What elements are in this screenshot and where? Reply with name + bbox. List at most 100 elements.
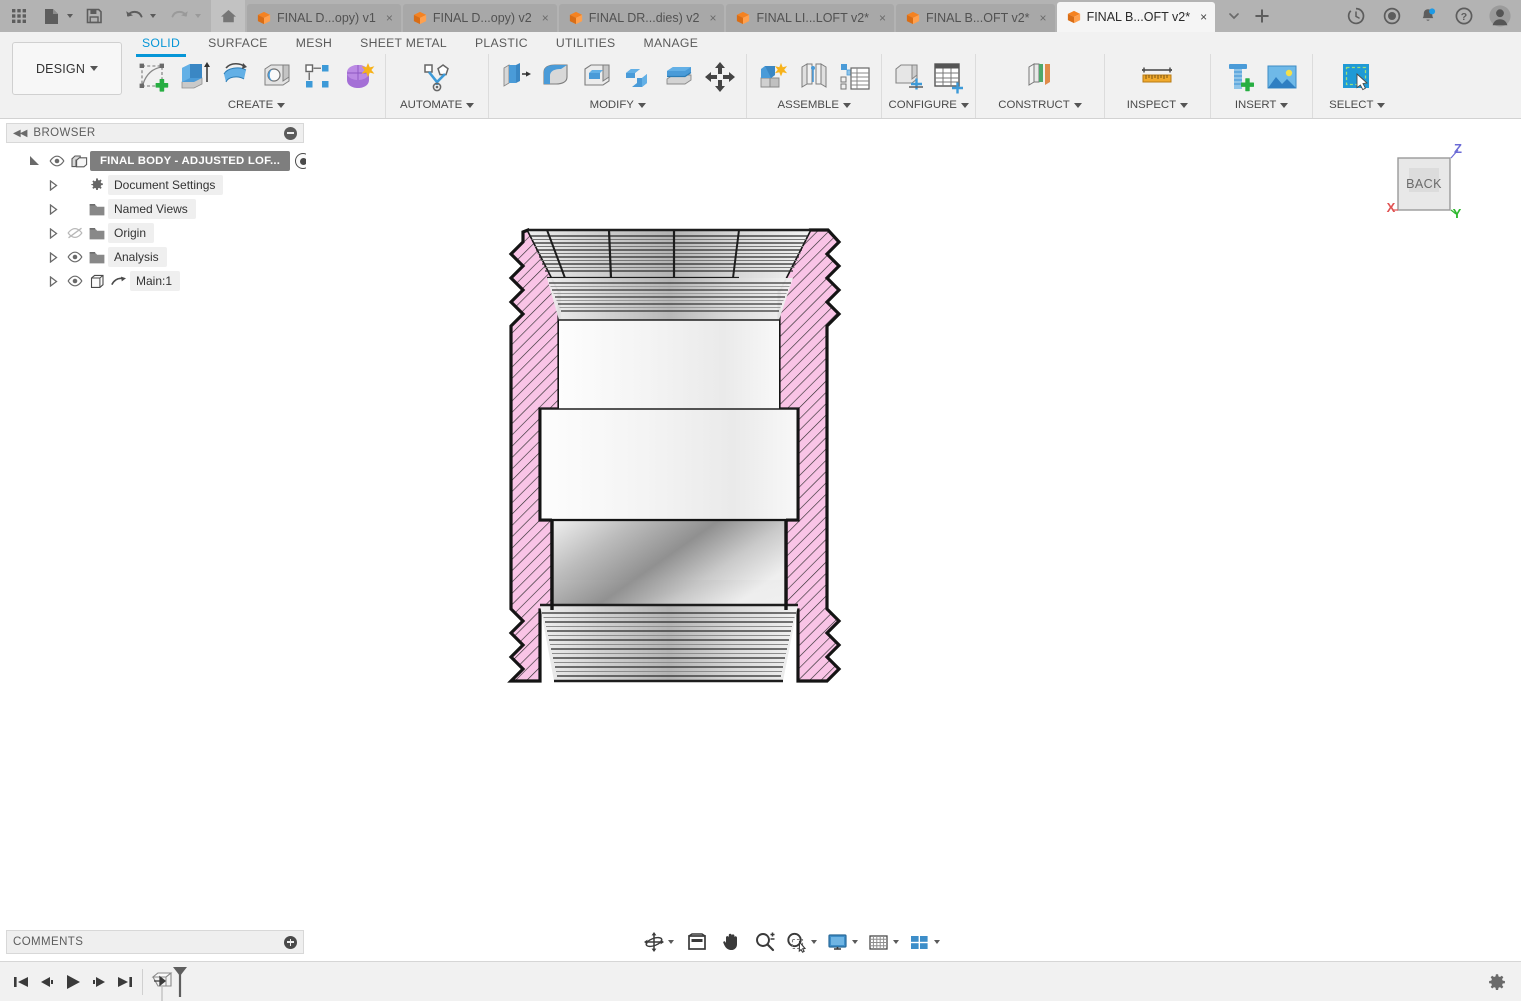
panel-label-insert[interactable]: INSERT — [1235, 99, 1289, 111]
expand-arrow-icon[interactable] — [42, 276, 64, 287]
ribbon-tab[interactable]: SOLID — [128, 33, 194, 54]
go-to-beginning-icon[interactable] — [8, 967, 34, 997]
extrude-icon[interactable] — [175, 56, 215, 98]
pan-button[interactable] — [715, 929, 747, 955]
plus-circle-icon[interactable] — [284, 936, 297, 949]
panel-label-create[interactable]: CREATE — [228, 99, 285, 111]
select-window-icon[interactable] — [1337, 56, 1377, 98]
look-at-button[interactable] — [681, 929, 713, 955]
file-menu-button[interactable] — [34, 0, 75, 32]
browser-tree-item[interactable]: Named Views — [6, 197, 304, 221]
close-icon[interactable]: × — [1040, 12, 1047, 24]
double-chevron-left-icon[interactable]: ◀◀ — [13, 128, 26, 139]
visibility-eye-icon[interactable] — [64, 227, 86, 239]
close-icon[interactable]: × — [709, 12, 716, 24]
comments-panel[interactable]: COMMENTS — [6, 930, 304, 954]
close-icon[interactable]: × — [386, 12, 393, 24]
form-icon[interactable] — [339, 56, 379, 98]
ribbon-tab[interactable]: PLASTIC — [461, 33, 542, 54]
home-icon[interactable] — [211, 0, 245, 32]
fillet-icon[interactable] — [536, 56, 576, 98]
new-component-icon[interactable] — [753, 56, 793, 98]
panel-label-inspect[interactable]: INSPECT — [1127, 99, 1188, 111]
browser-tree-item[interactable]: Origin — [6, 221, 304, 245]
ribbon-tab[interactable]: MANAGE — [630, 33, 713, 54]
press-pull-icon[interactable] — [495, 56, 535, 98]
ribbon-tab[interactable]: SURFACE — [194, 33, 282, 54]
ribbon-tab[interactable]: SHEET METAL — [346, 33, 461, 54]
configuration-table-icon[interactable] — [929, 56, 969, 98]
offset-face-icon[interactable] — [659, 56, 699, 98]
avatar[interactable] — [1487, 3, 1513, 29]
workspace-switcher-button[interactable]: DESIGN — [12, 42, 122, 95]
insert-mcmaster-icon[interactable] — [1221, 56, 1261, 98]
expand-arrow-icon[interactable] — [42, 204, 64, 215]
browser-root-node[interactable]: FINAL BODY - ADJUSTED LOF... — [6, 149, 304, 173]
step-back-icon[interactable] — [34, 967, 60, 997]
visibility-eye-icon[interactable] — [64, 251, 86, 263]
hole-icon[interactable] — [257, 56, 297, 98]
timeline-settings-button[interactable] — [1487, 972, 1507, 992]
close-icon[interactable]: × — [879, 12, 886, 24]
app-grid-icon[interactable] — [4, 1, 34, 31]
panel-label-modify[interactable]: MODIFY — [590, 99, 646, 111]
view-cube[interactable]: BACK Z X Y — [1385, 140, 1485, 230]
browser-tree-item[interactable]: Main:1 — [6, 269, 304, 293]
save-icon[interactable] — [79, 1, 109, 31]
orbit-button[interactable] — [640, 929, 679, 955]
visibility-eye-icon[interactable] — [46, 155, 68, 167]
document-tab[interactable]: FINAL D...opy) v1× — [247, 4, 401, 32]
measure-icon[interactable] — [1137, 56, 1177, 98]
ribbon-tab[interactable]: MESH — [282, 33, 346, 54]
automate-icon[interactable] — [417, 56, 457, 98]
3d-viewport[interactable]: BACK Z X Y — [306, 120, 1521, 921]
job-status-icon[interactable] — [1343, 3, 1369, 29]
expand-arrow-icon[interactable] — [42, 180, 64, 191]
notifications-icon[interactable] — [1415, 3, 1441, 29]
ribbon-tab[interactable]: UTILITIES — [542, 33, 630, 54]
bill-of-materials-icon[interactable] — [835, 56, 875, 98]
document-tab[interactable]: FINAL DR...dies) v2× — [559, 4, 725, 32]
undo-button[interactable] — [117, 0, 158, 32]
expand-arrow-icon[interactable] — [42, 252, 64, 263]
grid-snaps-button[interactable] — [865, 929, 904, 955]
document-tab[interactable]: FINAL LI...LOFT v2*× — [726, 4, 894, 32]
plus-icon[interactable] — [1249, 2, 1275, 30]
create-configuration-icon[interactable] — [888, 56, 928, 98]
move-copy-icon[interactable] — [700, 56, 740, 98]
create-sketch-icon[interactable] — [134, 56, 174, 98]
chevron-down-icon[interactable] — [1221, 2, 1247, 30]
expand-arrow-icon[interactable] — [42, 228, 64, 239]
recent-activity-icon[interactable] — [1379, 3, 1405, 29]
go-to-end-icon[interactable] — [112, 967, 138, 997]
document-tab[interactable]: FINAL B...OFT v2*× — [896, 4, 1055, 32]
step-forward-icon[interactable] — [86, 967, 112, 997]
insert-canvas-icon[interactable] — [1262, 56, 1302, 98]
expand-arrow-icon[interactable] — [24, 155, 46, 167]
help-icon[interactable]: ? — [1451, 3, 1477, 29]
browser-header[interactable]: ◀◀ BROWSER — [6, 123, 304, 143]
browser-tree-item[interactable]: Analysis — [6, 245, 304, 269]
panel-label-assemble[interactable]: ASSEMBLE — [778, 99, 851, 111]
rectangular-pattern-icon[interactable] — [298, 56, 338, 98]
viewports-button[interactable] — [906, 929, 945, 955]
joint-icon[interactable] — [794, 56, 834, 98]
panel-label-automate[interactable]: AUTOMATE — [400, 99, 474, 111]
model-section-view[interactable] — [306, 120, 1521, 920]
shell-icon[interactable] — [577, 56, 617, 98]
panel-label-configure[interactable]: CONFIGURE — [889, 99, 969, 111]
timeline-feature-move-copy[interactable] — [149, 963, 189, 1001]
zoom-button[interactable] — [749, 929, 781, 955]
construction-plane-icon[interactable] — [1020, 56, 1060, 98]
close-icon[interactable]: × — [542, 12, 549, 24]
revolve-icon[interactable] — [216, 56, 256, 98]
document-tab[interactable]: FINAL B...OFT v2*× — [1057, 2, 1216, 32]
document-tab[interactable]: FINAL D...opy) v2× — [403, 4, 557, 32]
panel-label-construct[interactable]: CONSTRUCT — [998, 99, 1082, 111]
browser-tree-item[interactable]: Document Settings — [6, 173, 304, 197]
redo-button[interactable] — [162, 0, 203, 32]
zoom-window-button[interactable] — [783, 929, 822, 955]
minus-circle-icon[interactable] — [284, 127, 297, 140]
close-icon[interactable]: × — [1200, 11, 1207, 23]
combine-icon[interactable] — [618, 56, 658, 98]
